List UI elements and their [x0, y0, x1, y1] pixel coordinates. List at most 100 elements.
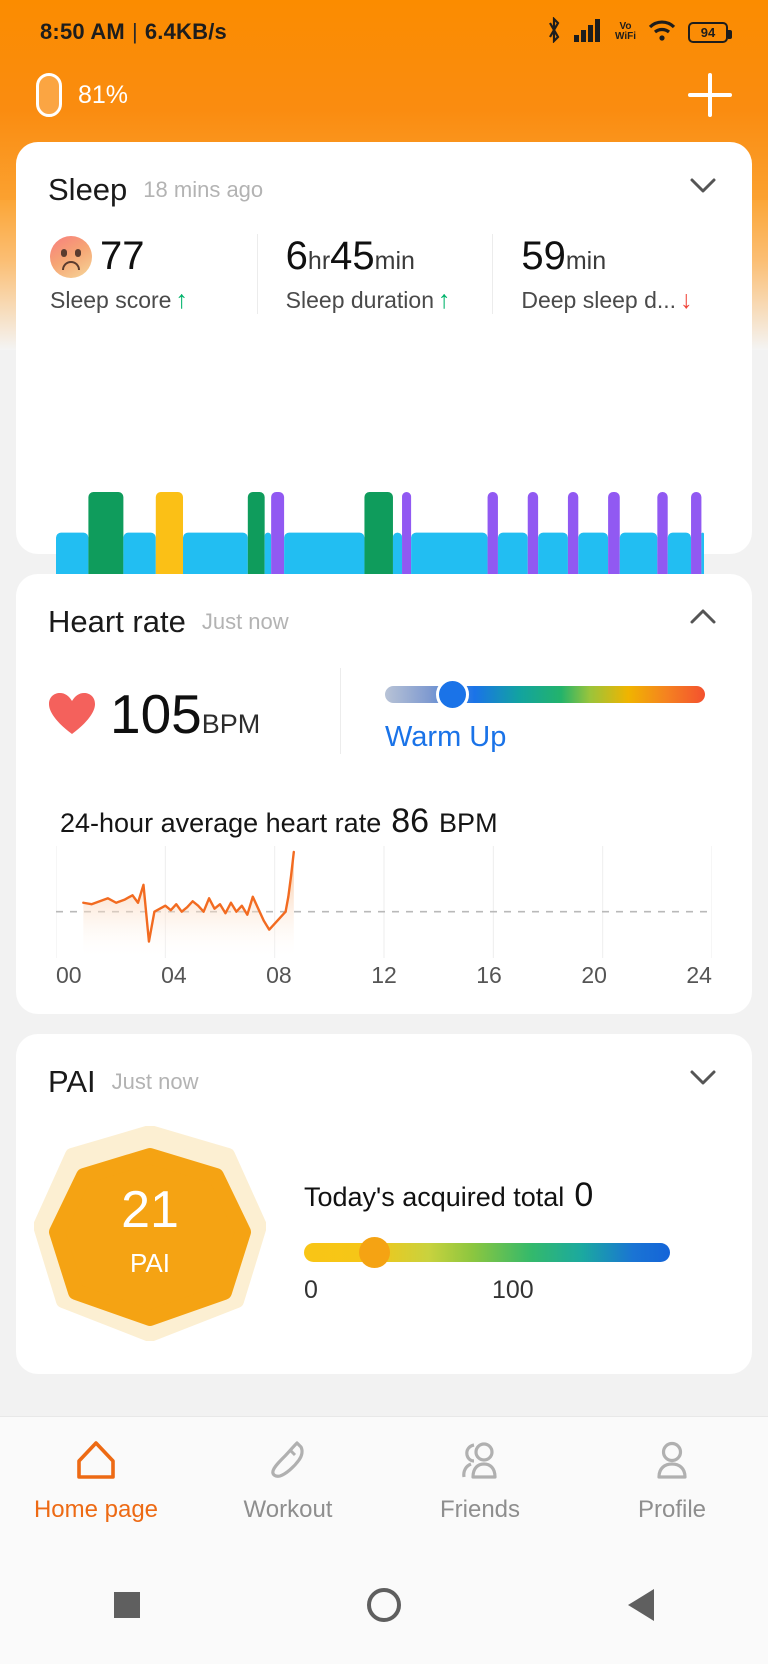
sleep-card[interactable]: Sleep 18 mins ago 77 Sleep score ↑ 6 hr …: [16, 142, 752, 667]
bottom-navigation: Home page Workout Friends Profile: [0, 1416, 768, 1546]
add-button[interactable]: [688, 73, 732, 117]
pai-title: PAI: [48, 1064, 96, 1099]
heart-rate-zone-knob[interactable]: [436, 678, 470, 711]
pai-score-block: 21 PAI: [34, 1184, 266, 1279]
battery-icon: 94: [688, 21, 732, 43]
heart-rate-zone-gauge[interactable]: [385, 678, 705, 711]
pai-card[interactable]: PAI Just now 21 PAI Today's acquired tot…: [16, 1034, 752, 1374]
heart-rate-unit: BPM: [201, 709, 261, 739]
sleep-score-label-row: Sleep score ↑: [50, 287, 257, 314]
trend-up-icon: ↑: [175, 286, 188, 314]
sleep-duration-stat: 6 hr 45 min Sleep duration ↑: [256, 234, 493, 314]
heart-rate-average-unit: BPM: [439, 808, 498, 838]
deep-sleep-label: Deep sleep d...: [521, 287, 677, 313]
chevron-down-icon[interactable]: [686, 1060, 720, 1094]
sleep-score-value: 77: [100, 234, 145, 278]
deep-sleep-value-row: 59 min: [521, 234, 728, 279]
heart-icon: [48, 692, 96, 736]
sad-face-icon: [50, 235, 92, 278]
hr-axis-tick: 24: [686, 962, 712, 988]
heart-rate-value-row: 105 BPM: [110, 682, 260, 746]
watch-icon: [36, 73, 62, 117]
nav-item-friends[interactable]: Friends: [384, 1439, 576, 1524]
deep-sleep-stat: 59 min Deep sleep d... ↓: [492, 234, 728, 314]
nav-label-profile: Profile: [637, 1496, 707, 1523]
sleep-card-header: Sleep 18 mins ago: [16, 142, 752, 208]
sleep-title: Sleep: [48, 172, 128, 207]
pai-total-label: Today's acquired total: [304, 1182, 565, 1212]
status-bar: 8:50 AM | 6.4KB/s Vo WiFi 94: [0, 8, 768, 56]
pai-total-row: Today's acquired total 0: [304, 1176, 720, 1215]
heart-rate-title: Heart rate: [48, 604, 186, 639]
sleep-score-label: Sleep score: [50, 287, 172, 313]
hr-axis-tick: 20: [581, 962, 607, 988]
hr-axis-tick: 08: [266, 962, 292, 988]
pai-score-unit: PAI: [130, 1248, 170, 1278]
nav-label-workout: Workout: [243, 1496, 333, 1523]
trend-up-icon: ↑: [438, 286, 451, 314]
deep-sleep-label-row: Deep sleep d... ↓: [521, 287, 728, 314]
heart-rate-average-row: 24-hour average heart rate 86 BPM: [60, 802, 498, 841]
nav-item-workout[interactable]: Workout: [192, 1439, 384, 1524]
hr-axis-tick: 04: [161, 962, 187, 988]
heart-rate-value: 105: [110, 683, 202, 745]
deep-sleep-value: 59: [521, 234, 566, 278]
sleep-duration-hours-unit: hr: [307, 247, 331, 275]
nav-label-home: Home page: [33, 1496, 159, 1523]
sleep-duration-minutes-unit: min: [374, 247, 415, 275]
heart-rate-card[interactable]: Heart rate Just now 105 BPM Warm Up 24-h…: [16, 574, 752, 1014]
heart-rate-summary-row: 105 BPM Warm Up: [16, 668, 752, 754]
pai-scale-max: 100: [492, 1276, 534, 1304]
pai-gauge-knob[interactable]: [358, 1237, 390, 1268]
wifi-icon: [647, 18, 677, 47]
nav-item-home[interactable]: Home page: [0, 1439, 192, 1524]
wifi-label: WiFi: [614, 31, 636, 42]
pai-scale: 0 100: [304, 1276, 670, 1305]
pai-card-header: PAI Just now: [16, 1034, 752, 1100]
back-button[interactable]: [628, 1589, 655, 1621]
sleep-duration-hours: 6: [285, 234, 308, 278]
device-summary[interactable]: 81%: [36, 73, 128, 117]
sleep-score-stat: 77 Sleep score ↑: [40, 234, 257, 314]
battery-level: 94: [700, 24, 716, 40]
status-bar-right: Vo WiFi 94: [545, 15, 732, 48]
pai-score: 21: [121, 1181, 179, 1239]
pai-scale-min: 0: [304, 1276, 318, 1304]
chevron-down-icon[interactable]: [686, 168, 720, 202]
hr-axis-tick: 12: [371, 962, 397, 988]
status-bar-left: 8:50 AM | 6.4KB/s: [40, 19, 227, 45]
heart-rate-average-prefix: 24-hour average heart rate: [60, 808, 382, 838]
heart-rate-chart[interactable]: [55, 846, 713, 958]
device-bar: 81%: [0, 62, 768, 128]
chevron-up-icon[interactable]: [686, 600, 720, 634]
home-icon: [74, 1439, 118, 1486]
pai-heptagon[interactable]: 21 PAI: [33, 1125, 267, 1342]
status-netspeed: 6.4KB/s: [144, 19, 227, 44]
hr-axis-tick: 00: [56, 962, 82, 988]
status-separator: |: [131, 19, 138, 44]
nav-item-profile[interactable]: Profile: [576, 1439, 768, 1524]
heart-rate-zone: Warm Up: [340, 668, 728, 754]
hr-axis-tick: 16: [476, 962, 502, 988]
shoe-icon: [266, 1439, 310, 1486]
bluetooth-icon: [545, 15, 563, 48]
heart-rate-current: 105 BPM: [40, 668, 340, 746]
status-time: 8:50 AM: [40, 19, 125, 44]
friends-icon: [457, 1439, 503, 1486]
pai-updated: Just now: [111, 1069, 199, 1094]
vowifi-icon: Vo WiFi: [615, 22, 636, 42]
heart-rate-zone-label: Warm Up: [385, 721, 507, 753]
home-button[interactable]: [366, 1588, 401, 1622]
sleep-duration-value-row: 6 hr 45 min: [286, 234, 493, 279]
device-battery-label: 81%: [78, 80, 129, 109]
pai-gauge[interactable]: [304, 1237, 670, 1268]
sleep-stats: 77 Sleep score ↑ 6 hr 45 min Sleep durat…: [16, 234, 752, 314]
recents-button[interactable]: [113, 1592, 140, 1618]
cellular-signal-icon: [573, 18, 604, 47]
trend-down-icon: ↓: [680, 286, 693, 314]
heart-rate-card-header: Heart rate Just now: [16, 574, 752, 640]
sleep-duration-minutes: 45: [330, 234, 375, 278]
person-icon: [650, 1439, 694, 1486]
sleep-duration-label: Sleep duration: [285, 287, 435, 313]
sleep-duration-label-row: Sleep duration ↑: [286, 287, 493, 314]
